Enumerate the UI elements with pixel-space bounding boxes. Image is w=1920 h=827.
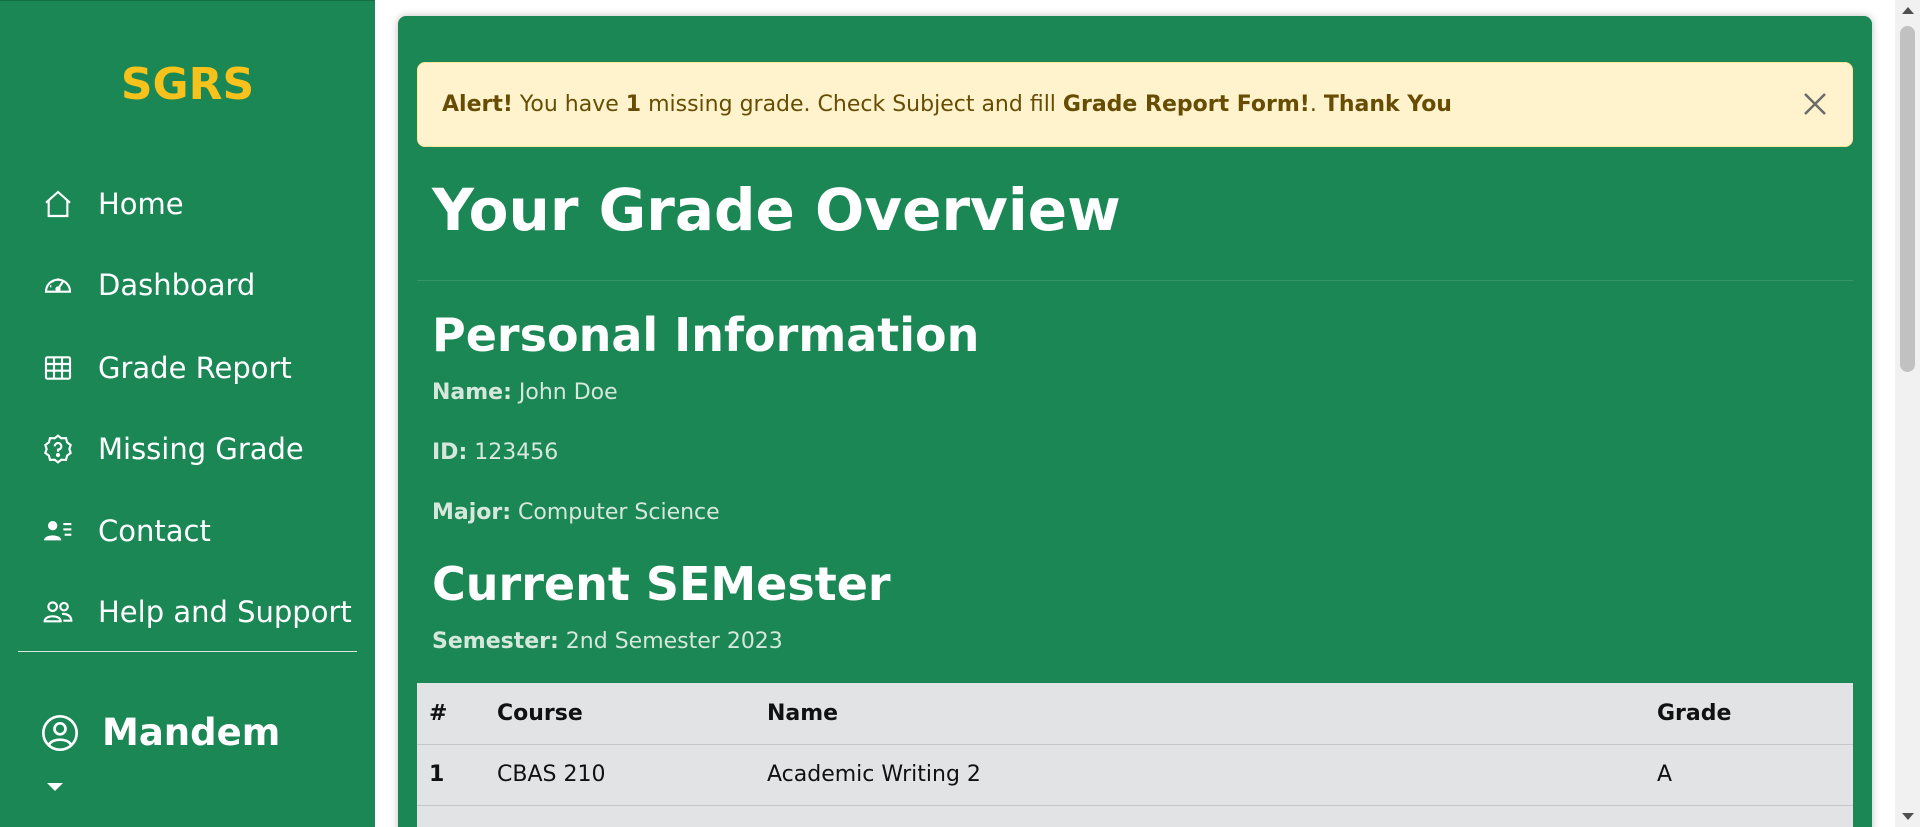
page-title: Your Grade Overview bbox=[432, 176, 1121, 244]
alert-text: . bbox=[1309, 92, 1324, 117]
name-info: Name: John Doe bbox=[432, 380, 618, 405]
semester-heading: Current SEMester bbox=[432, 557, 891, 611]
page-scrollbar[interactable] bbox=[1895, 0, 1920, 827]
sidebar-item-label: Contact bbox=[98, 514, 211, 548]
sidebar: SGRS Home Dashboard Grade Report Missing… bbox=[0, 0, 375, 827]
sidebar-item-label: Grade Report bbox=[98, 351, 292, 385]
id-info: ID: 123456 bbox=[432, 440, 558, 465]
grades-table: # Course Name Grade 1 CBAS 210 Academic … bbox=[417, 683, 1853, 827]
semester-value: 2nd Semester 2023 bbox=[558, 629, 783, 654]
sidebar-item-contact[interactable]: Contact bbox=[40, 506, 360, 556]
table-icon bbox=[40, 350, 76, 386]
personal-info-heading: Personal Information bbox=[432, 308, 980, 362]
sidebar-item-home[interactable]: Home bbox=[40, 179, 360, 229]
sidebar-item-grade-report[interactable]: Grade Report bbox=[40, 343, 360, 393]
cell-number: 1 bbox=[417, 744, 497, 806]
table-row: 1 CBAS 210 Academic Writing 2 A bbox=[417, 744, 1853, 806]
col-header-grade: Grade bbox=[1657, 683, 1853, 745]
sidebar-item-label: Help and Support bbox=[98, 595, 352, 629]
name-label: Name: bbox=[432, 380, 512, 405]
table-row bbox=[417, 805, 1853, 827]
sidebar-item-label: Dashboard bbox=[98, 268, 256, 302]
major-info: Major: Computer Science bbox=[432, 500, 720, 525]
alert-count: 1 bbox=[625, 92, 642, 117]
cell-grade: A bbox=[1657, 744, 1853, 806]
col-header-course: Course bbox=[497, 683, 767, 745]
cell-name: Academic Writing 2 bbox=[767, 744, 1657, 806]
user-menu[interactable]: Mandem bbox=[40, 711, 280, 754]
close-icon[interactable] bbox=[1800, 89, 1830, 119]
missing-grade-alert: Alert! You have 1 missing grade. Check S… bbox=[417, 62, 1853, 147]
id-label: ID: bbox=[432, 440, 468, 465]
speedometer-icon bbox=[40, 267, 76, 303]
alert-text: missing grade. Check Subject and fill bbox=[641, 92, 1063, 117]
alert-prefix: Alert! bbox=[442, 92, 513, 117]
sidebar-item-label: Missing Grade bbox=[98, 432, 304, 466]
sidebar-item-help-support[interactable]: Help and Support bbox=[40, 587, 360, 637]
sidebar-item-label: Home bbox=[98, 187, 184, 221]
table-header-row: # Course Name Grade bbox=[417, 683, 1853, 745]
col-header-name: Name bbox=[767, 683, 1657, 745]
col-header-number: # bbox=[417, 683, 497, 745]
main-card: Alert! You have 1 missing grade. Check S… bbox=[398, 16, 1872, 827]
person-circle-icon bbox=[40, 713, 80, 753]
id-value: 123456 bbox=[467, 440, 559, 465]
user-name: Mandem bbox=[102, 711, 281, 754]
cell-number bbox=[417, 805, 497, 827]
cell-name bbox=[767, 805, 1657, 827]
brand-logo[interactable]: SGRS bbox=[0, 59, 375, 110]
home-icon bbox=[40, 186, 76, 222]
alert-text: You have bbox=[512, 92, 626, 117]
cell-course: CBAS 210 bbox=[497, 744, 767, 806]
alert-thanks: Thank You bbox=[1323, 92, 1452, 117]
major-value: Computer Science bbox=[511, 500, 720, 525]
title-divider bbox=[417, 280, 1853, 281]
person-lines-icon bbox=[40, 513, 76, 549]
cell-grade bbox=[1657, 805, 1853, 827]
scroll-up-icon[interactable] bbox=[1902, 7, 1914, 14]
scroll-thumb[interactable] bbox=[1900, 26, 1915, 372]
question-badge-icon bbox=[40, 431, 76, 467]
scroll-down-icon[interactable] bbox=[1902, 813, 1914, 820]
sidebar-divider bbox=[18, 651, 357, 652]
semester-label: Semester: bbox=[432, 629, 559, 654]
alert-message: Alert! You have 1 missing grade. Check S… bbox=[442, 92, 1452, 117]
sidebar-item-dashboard[interactable]: Dashboard bbox=[40, 260, 360, 310]
people-icon bbox=[40, 594, 76, 630]
major-label: Major: bbox=[432, 500, 512, 525]
sidebar-item-missing-grade[interactable]: Missing Grade bbox=[40, 424, 360, 474]
cell-course bbox=[497, 805, 767, 827]
semester-info: Semester: 2nd Semester 2023 bbox=[432, 629, 783, 654]
alert-form-name: Grade Report Form! bbox=[1062, 92, 1310, 117]
name-value: John Doe bbox=[511, 380, 618, 405]
chevron-down-icon[interactable] bbox=[47, 783, 63, 791]
